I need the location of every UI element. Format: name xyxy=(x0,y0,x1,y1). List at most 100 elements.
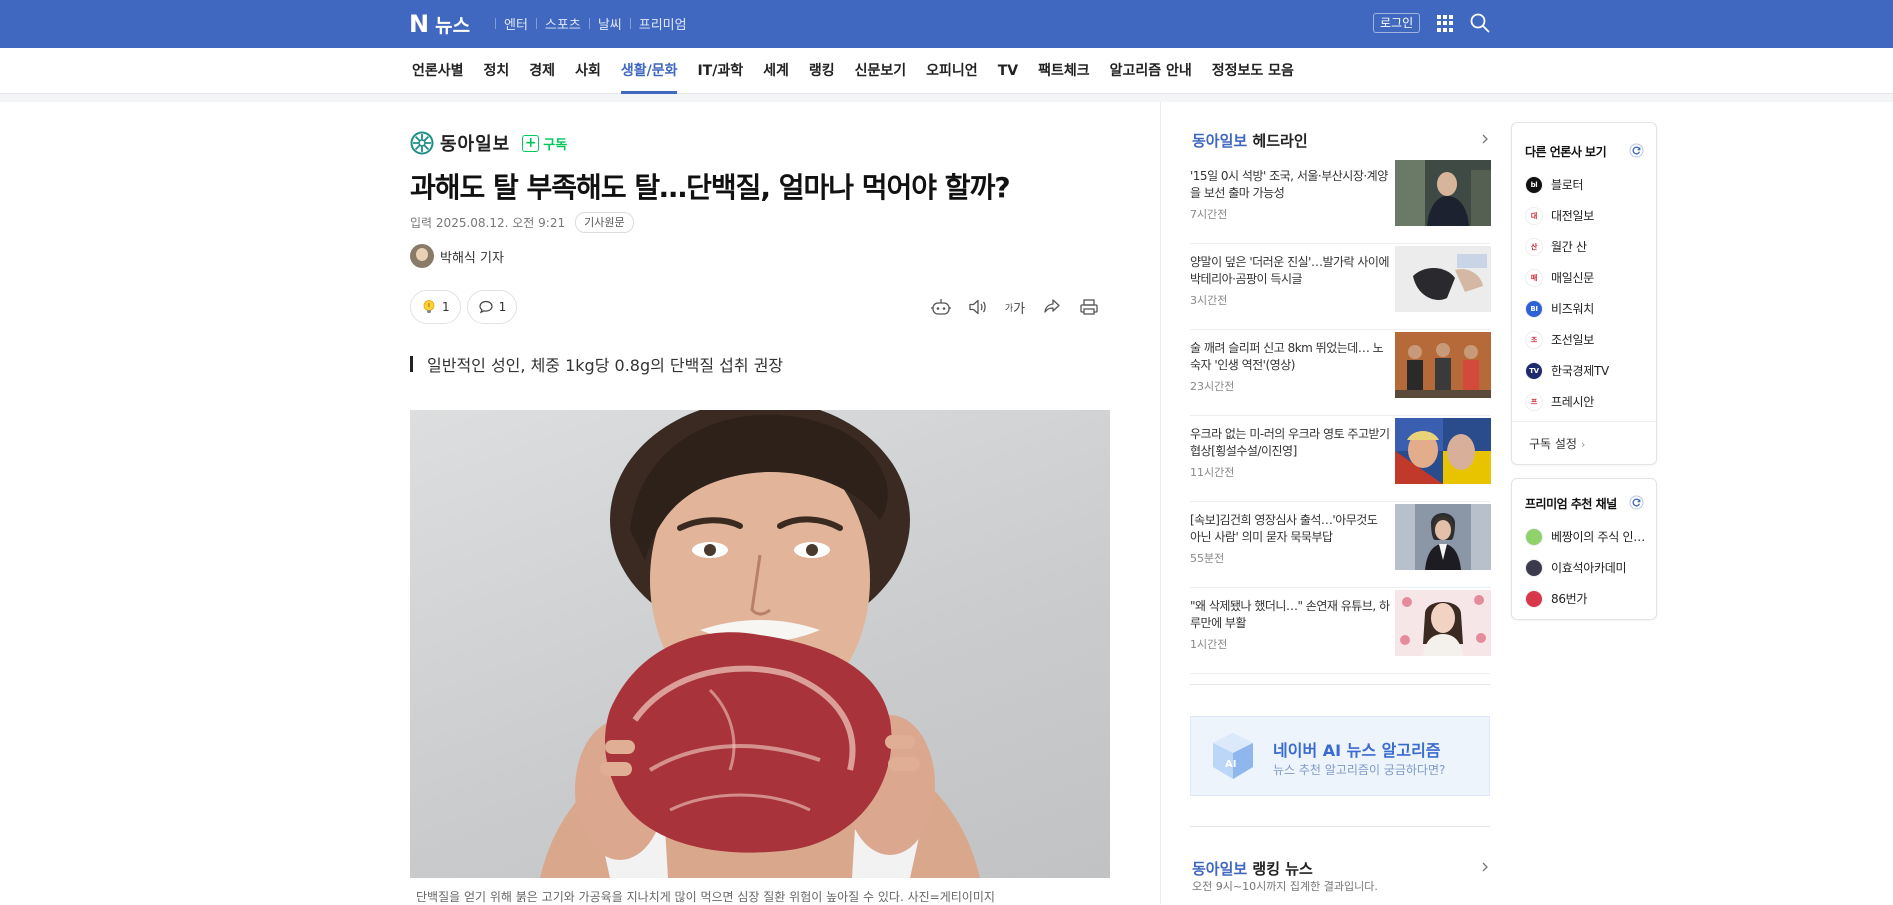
print-button[interactable] xyxy=(1078,296,1100,318)
category-tab[interactable]: IT/과학 xyxy=(697,48,743,94)
category-tab[interactable]: 생활/문화 xyxy=(620,48,677,94)
press-list-item[interactable]: 매 매일신문 xyxy=(1525,262,1655,293)
category-tab[interactable]: TV xyxy=(998,48,1018,94)
donga-emblem-icon xyxy=(410,131,434,155)
headline-item[interactable]: 술 깨려 슬리퍼 신고 8km 뛰었는데… 노숙자 '인생 역전'(영상) 23… xyxy=(1190,330,1491,416)
plus-icon: + xyxy=(522,134,540,152)
press-list-item[interactable]: 조 조선일보 xyxy=(1525,324,1655,355)
press-list-name: 프레시안 xyxy=(1551,395,1594,409)
headline-item[interactable]: [속보]김건희 영장심사 출석…'아무것도 아닌 사람' 의미 묻자 묵묵부답 … xyxy=(1190,502,1491,588)
headline-thumbnail xyxy=(1395,246,1491,312)
headline-text: "왜 삭제됐나 했더니…" 손연재 유튜브, 하루만에 부활 xyxy=(1190,599,1390,630)
channel-avatar-icon xyxy=(1525,527,1543,546)
press-row: 동아일보 + 구독 xyxy=(410,130,567,156)
press-list-item[interactable]: 프 프레시안 xyxy=(1525,386,1655,417)
comment-count: 1 xyxy=(498,300,507,314)
headline-title-suffix: 헤드라인 xyxy=(1247,132,1308,150)
headline-text: [속보]김건희 영장심사 출석…'아무것도 아닌 사람' 의미 묻자 묵묵부답 xyxy=(1190,513,1378,544)
service-link-entertainment[interactable]: 엔터 xyxy=(504,14,528,33)
press-list-item[interactable]: TV 한국경제TV xyxy=(1525,355,1655,386)
press-list-item[interactable]: bl 블로터 xyxy=(1525,169,1655,200)
category-tab[interactable]: 사회 xyxy=(575,48,601,94)
category-tab[interactable]: 정정보도 모음 xyxy=(1212,48,1294,94)
premium-channel-item[interactable]: 베짱이의 주식 인사이트 xyxy=(1525,521,1655,552)
category-tab[interactable]: 알고리즘 안내 xyxy=(1110,48,1192,94)
refresh-icon[interactable] xyxy=(1629,495,1644,510)
press-logo-icon: 프 xyxy=(1525,392,1543,411)
reaction-button[interactable]: 1 xyxy=(410,290,461,324)
text-size-small-icon: 가 xyxy=(1004,303,1014,314)
reporter[interactable]: 박해식 기자 xyxy=(410,244,504,268)
headline-item[interactable]: '15일 0시 석방' 조국, 서울·부산시장·계양을 보선 출마 가능성 7시… xyxy=(1190,158,1491,244)
subscribe-button[interactable]: + 구독 xyxy=(522,134,567,153)
search-icon[interactable] xyxy=(1469,12,1491,34)
category-tab[interactable]: 경제 xyxy=(529,48,555,94)
service-links: 엔터 스포츠 날씨 프리미엄 xyxy=(487,14,687,33)
reaction-row: 1 1 xyxy=(410,290,523,324)
text-size-label: 가 xyxy=(1013,301,1026,317)
ai-algorithm-banner[interactable]: AI 네이버 AI 뉴스 알고리즘 뉴스 추천 알고리즘이 궁금하다면? xyxy=(1190,716,1490,796)
summary-bot-button[interactable] xyxy=(930,296,952,318)
category-tab[interactable]: 세계 xyxy=(763,48,789,94)
article-photo[interactable] xyxy=(410,410,1110,878)
headline-text: 술 깨려 슬리퍼 신고 8km 뛰었는데… 노숙자 '인생 역전'(영상) xyxy=(1190,341,1384,372)
chevron-right-icon[interactable] xyxy=(1480,134,1490,144)
headline-item[interactable]: 양말이 덮은 '더러운 진실'…발가락 사이에 박테리아·곰팡이 득시글 3시간… xyxy=(1190,244,1491,330)
headline-text: 우크라 없는 미-러의 우크라 영토 주고받기 협상[횡설수설/이진영] xyxy=(1190,427,1390,458)
headline-text: '15일 0시 석방' 조국, 서울·부산시장·계양을 보선 출마 가능성 xyxy=(1190,169,1388,200)
press-list-name: 한국경제TV xyxy=(1551,364,1609,378)
divider xyxy=(1190,684,1490,685)
naver-news-logo[interactable]: N 뉴스 xyxy=(409,10,470,38)
category-tab[interactable]: 오피니언 xyxy=(926,48,978,94)
chevron-right-icon[interactable] xyxy=(1480,862,1490,872)
apps-grid-icon[interactable] xyxy=(1437,15,1454,32)
press-list-item[interactable]: 대 대전일보 xyxy=(1525,200,1655,231)
press-list-name: 매일신문 xyxy=(1551,271,1594,285)
headline-item[interactable]: "왜 삭제됐나 했더니…" 손연재 유튜브, 하루만에 부활 1시간전 xyxy=(1190,588,1491,674)
premium-channel-item[interactable]: 이효석아카데미 xyxy=(1525,552,1655,583)
login-button[interactable]: 로그인 xyxy=(1373,13,1421,33)
press-list-item[interactable]: BI 비즈워치 xyxy=(1525,293,1655,324)
refresh-icon[interactable] xyxy=(1629,143,1644,158)
divider xyxy=(1190,826,1490,827)
original-article-button[interactable]: 기사원문 xyxy=(575,212,634,233)
ranking-section-title[interactable]: 동아일보 랭킹 뉴스 xyxy=(1192,858,1313,879)
premium-channel-name: 86번가 xyxy=(1551,592,1588,606)
headline-time: 11시간전 xyxy=(1190,466,1235,479)
divider xyxy=(588,18,590,29)
share-button[interactable] xyxy=(1041,296,1063,318)
other-press-title: 다른 언론사 보기 xyxy=(1525,145,1607,159)
headline-time: 1시간전 xyxy=(1190,638,1228,651)
press-list-item[interactable]: 산 월간 산 xyxy=(1525,231,1655,262)
premium-channel-name: 이효석아카데미 xyxy=(1551,561,1627,575)
press-logo-icon: 대 xyxy=(1525,206,1543,225)
headline-time: 3시간전 xyxy=(1190,294,1228,307)
premium-channel-panel: 프리미엄 추천 채널 베짱이의 주식 인사이트 이효석아카데미 86번가 xyxy=(1511,478,1657,620)
text-size-button[interactable]: 가가 xyxy=(1004,296,1026,318)
headline-item[interactable]: 우크라 없는 미-러의 우크라 영토 주고받기 협상[횡설수설/이진영] 11시… xyxy=(1190,416,1491,502)
comment-button[interactable]: 1 xyxy=(466,290,518,324)
date-label: 입력 xyxy=(410,216,433,230)
article-headline: 과해도 탈 부족해도 탈…단백질, 얼마나 먹어야 할까? xyxy=(410,171,1011,204)
headline-thumbnail xyxy=(1395,418,1491,484)
category-tab[interactable]: 랭킹 xyxy=(809,48,835,94)
ai-banner-title: 네이버 AI 뉴스 알고리즘 xyxy=(1273,741,1441,760)
category-nav: 언론사별 정치 경제 사회 생활/문화 IT/과학 세계 랭킹 신문보기 오피니언 TV 팩트체크 알고… xyxy=(0,48,1893,94)
press-logo[interactable]: 동아일보 xyxy=(410,130,510,156)
service-link-sports[interactable]: 스포츠 xyxy=(545,14,581,33)
service-link-weather[interactable]: 날씨 xyxy=(598,14,622,33)
headline-section-title[interactable]: 동아일보 헤드라인 xyxy=(1192,130,1308,151)
category-tab[interactable]: 신문보기 xyxy=(855,48,907,94)
audio-button[interactable] xyxy=(967,296,989,318)
summary-bar xyxy=(410,356,413,372)
top-bar: N 뉴스 엔터 스포츠 날씨 프리미엄 로그인 xyxy=(0,0,1893,48)
summary-text: 일반적인 성인, 체중 1kg당 0.8g의 단백질 섭취 권장 xyxy=(427,356,784,375)
category-tab[interactable]: 팩트체크 xyxy=(1038,48,1090,94)
category-tab[interactable]: 언론사별 xyxy=(412,48,464,94)
subscription-settings-link[interactable]: 구독 설정 › xyxy=(1529,435,1585,452)
speaker-icon xyxy=(969,299,986,315)
service-link-premium[interactable]: 프리미엄 xyxy=(639,14,687,33)
channel-avatar-icon xyxy=(1525,558,1543,577)
category-tab[interactable]: 정치 xyxy=(484,48,510,94)
premium-channel-item[interactable]: 86번가 xyxy=(1525,583,1655,614)
